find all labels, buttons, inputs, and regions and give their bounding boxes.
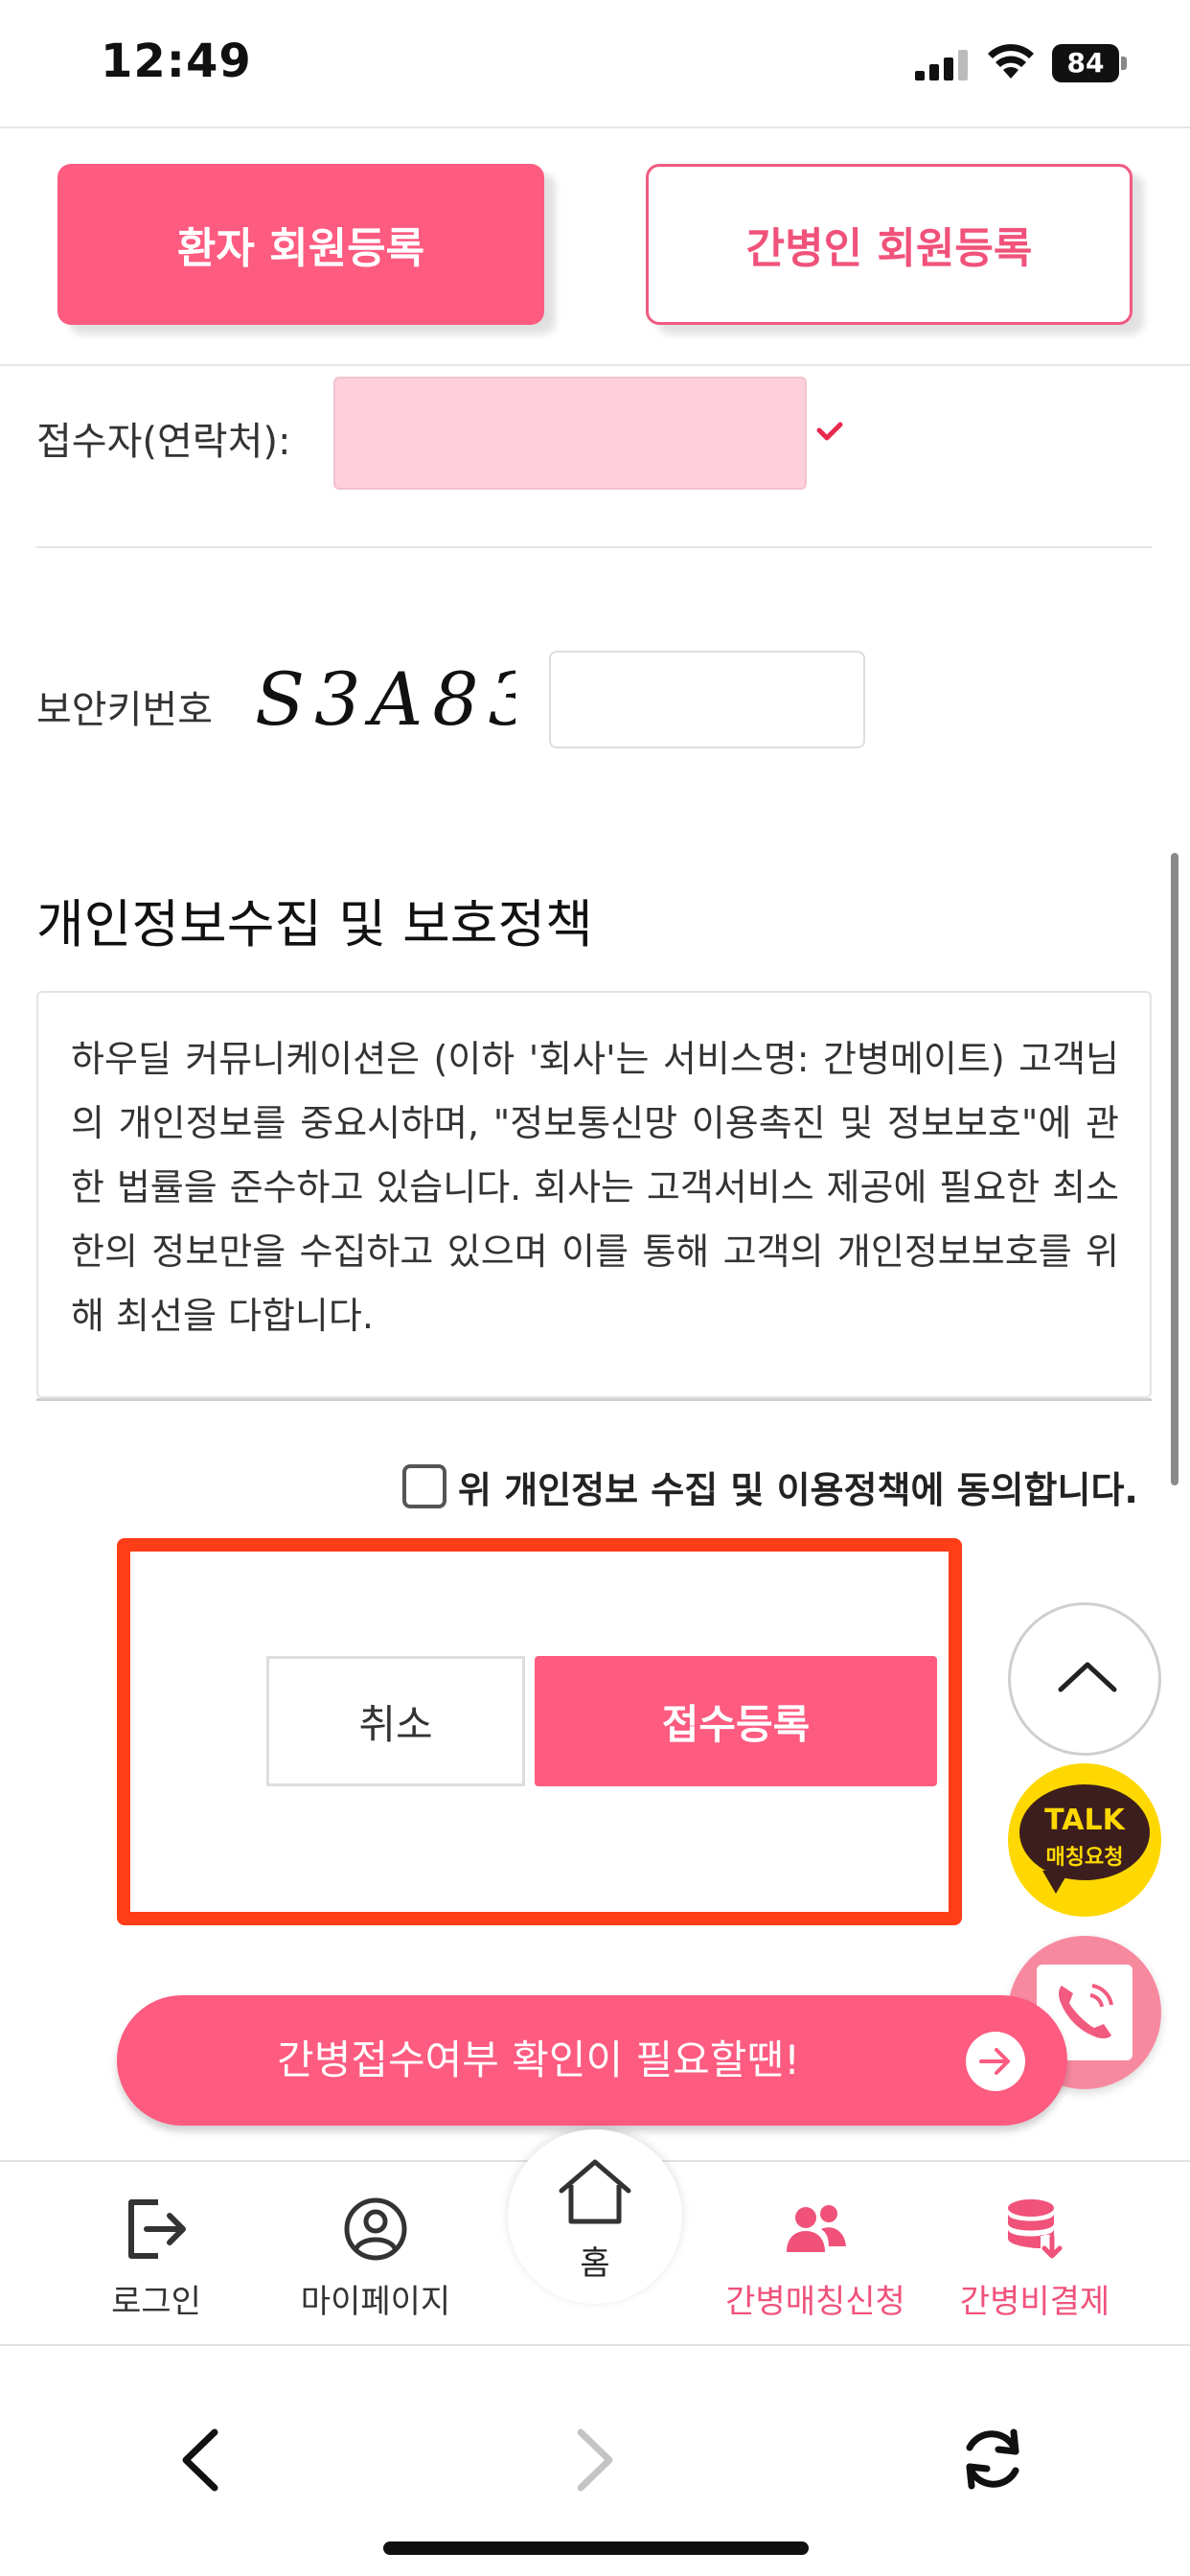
policy-textbox[interactable]: 하우딜 커뮤니케이션은 (이하 '회사'는 서비스명: 간병메이트) 고객님의 … xyxy=(36,991,1152,1398)
nav-label: 홈 xyxy=(580,2244,610,2283)
divider xyxy=(0,364,1190,366)
cancel-button[interactable]: 취소 xyxy=(266,1656,525,1786)
security-key-input[interactable] xyxy=(549,651,865,748)
divider xyxy=(36,546,1152,548)
caregiver-signup-button[interactable]: 간병인 회원등록 xyxy=(646,164,1133,325)
home-indicator xyxy=(383,2542,809,2555)
captcha-image: S3A83 xyxy=(255,656,515,742)
captcha-text: S3A83 xyxy=(255,656,515,742)
chevron-up-icon xyxy=(1058,1662,1117,1692)
submit-button[interactable]: 접수등록 xyxy=(535,1656,937,1786)
nav-home-button[interactable]: 홈 xyxy=(508,2129,682,2304)
nav-payment[interactable]: 간병비결제 xyxy=(939,2162,1131,2346)
kakao-talk-label: TALK xyxy=(1044,1804,1125,1837)
home-icon xyxy=(559,2159,631,2224)
nav-label: 로그인 xyxy=(111,2283,201,2321)
nav-mypage[interactable]: 마이페이지 xyxy=(280,2162,471,2346)
battery-level: 84 xyxy=(1066,47,1105,79)
policy-title: 개인정보수집 및 보호정책 xyxy=(36,894,593,954)
nav-label: 간병매칭신청 xyxy=(725,2283,905,2321)
user-circle-icon xyxy=(344,2197,407,2261)
arrow-right-icon xyxy=(966,2032,1025,2091)
scrollbar[interactable] xyxy=(1171,853,1179,1485)
status-bar: 12:49 84 xyxy=(0,0,1190,126)
check-status-banner[interactable]: 간병접수여부 확인이 필요할땐! xyxy=(117,1995,1067,2126)
browser-toolbar xyxy=(0,2346,1190,2576)
receiver-contact-input[interactable] xyxy=(333,377,807,490)
nav-label: 마이페이지 xyxy=(300,2283,451,2321)
policy-text: 하우딜 커뮤니케이션은 (이하 '회사'는 서비스명: 간병메이트) 고객님의 … xyxy=(71,1038,1119,1337)
battery-icon: 84 xyxy=(1052,44,1127,82)
agree-row[interactable]: 위 개인정보 수집 및 이용정책에 동의합니다. xyxy=(402,1461,1138,1511)
agree-checkbox[interactable] xyxy=(402,1464,446,1508)
users-icon xyxy=(787,2205,846,2252)
status-time: 12:49 xyxy=(101,34,252,88)
kakao-talk-button[interactable]: TALK 매칭요청 xyxy=(1008,1763,1161,1917)
kakao-sub-label: 매칭요청 xyxy=(1045,1846,1124,1870)
security-key-label: 보안키번호 xyxy=(36,688,213,732)
required-check-icon xyxy=(816,422,843,441)
nav-label: 간병비결제 xyxy=(959,2283,1110,2321)
nav-login[interactable]: 로그인 xyxy=(60,2162,252,2346)
patient-signup-button[interactable]: 환자 회원등록 xyxy=(57,164,544,325)
wifi-icon xyxy=(988,44,1034,79)
back-icon[interactable] xyxy=(172,2426,230,2494)
divider xyxy=(0,126,1190,128)
signal-icon xyxy=(915,50,968,80)
forward-icon[interactable] xyxy=(565,2426,623,2494)
refresh-icon[interactable] xyxy=(956,2423,1029,2496)
database-download-icon xyxy=(1008,2199,1063,2259)
agree-label: 위 개인정보 수집 및 이용정책에 동의합니다. xyxy=(458,1468,1138,1511)
scroll-top-button[interactable] xyxy=(1008,1602,1161,1756)
nav-matching[interactable]: 간병매칭신청 xyxy=(720,2162,911,2346)
receiver-label: 접수자(연락처): xyxy=(36,420,291,464)
check-status-label: 간병접수여부 확인이 필요할땐! xyxy=(277,2036,800,2083)
policy-divider xyxy=(36,1398,1152,1401)
logout-icon xyxy=(128,2199,186,2259)
